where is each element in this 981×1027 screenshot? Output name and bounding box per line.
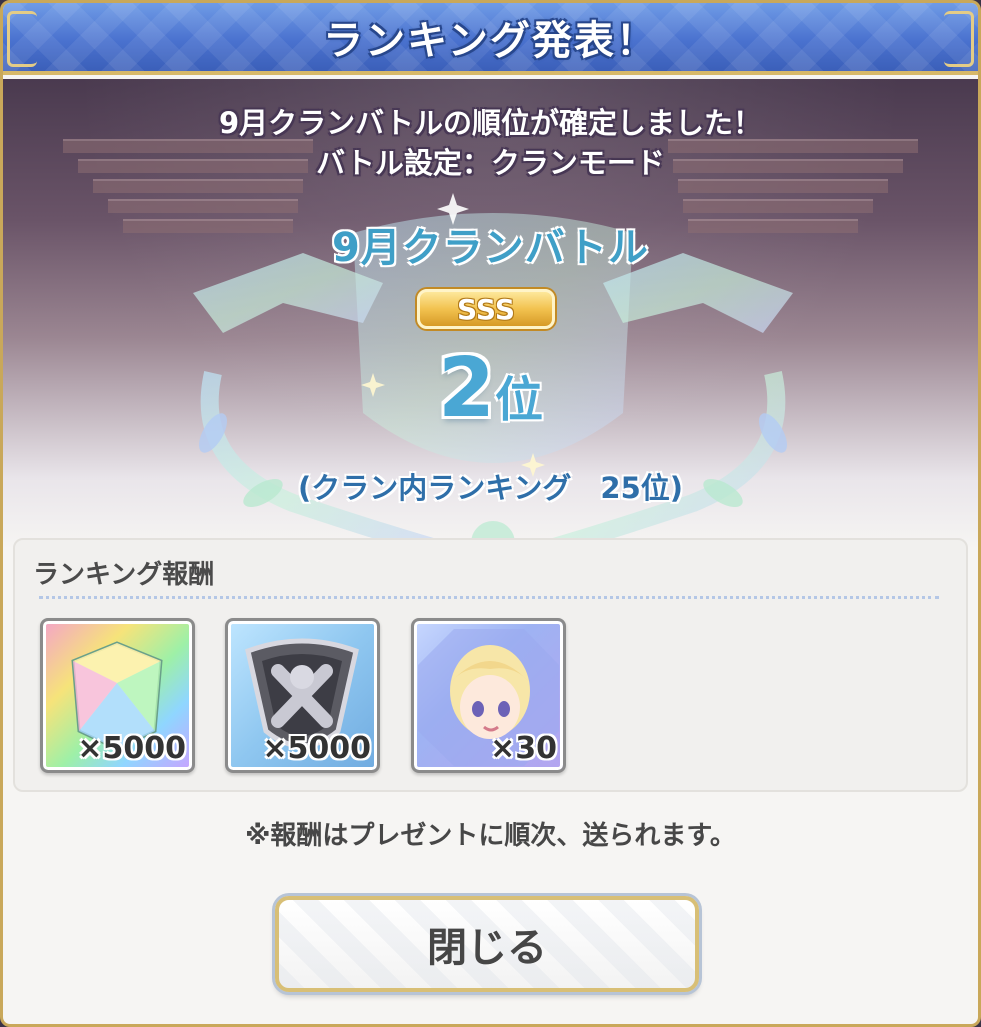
reward-quantity: ×5000 bbox=[262, 731, 371, 766]
reward-quantity: ×30 bbox=[490, 731, 557, 766]
reward-panel: ランキング報酬 ×5000 ×5000 ×30 bbox=[13, 538, 968, 792]
announcement-line-2: バトル設定：クランモード bbox=[316, 146, 665, 180]
reward-item-jewel[interactable]: ×5000 bbox=[40, 618, 195, 773]
corner-ornament-left bbox=[7, 11, 37, 67]
rank-number: 2 bbox=[437, 341, 496, 436]
clan-internal-ranking: (クラン内ランキング 25位) bbox=[298, 471, 683, 505]
dialog-title: ランキング発表！ bbox=[323, 18, 658, 64]
header-bar: ランキング発表！ bbox=[3, 3, 978, 75]
close-button[interactable]: 閉じる bbox=[275, 896, 699, 992]
corner-ornament-right bbox=[944, 11, 974, 67]
rank-suffix: 位 bbox=[495, 372, 544, 428]
reward-heading: ランキング報酬 bbox=[33, 560, 215, 590]
reward-item-clan-coin[interactable]: ×5000 bbox=[225, 618, 380, 773]
reward-item-memory-piece[interactable]: ×30 bbox=[411, 618, 566, 773]
rank-tier-badge: SSS bbox=[417, 289, 555, 329]
divider bbox=[39, 596, 939, 599]
battle-name: 9月クランバトル bbox=[331, 225, 650, 271]
final-rank: 2位 bbox=[3, 341, 978, 436]
ranking-dialog: ランキング発表！ 9月クランバトルの順位が確定しました！ バトル設定：クランモー… bbox=[0, 0, 981, 1027]
announcement-line-1: 9月クランバトルの順位が確定しました！ bbox=[218, 106, 763, 140]
reward-delivery-note: ※報酬はプレゼントに順次、送られます。 bbox=[245, 821, 736, 851]
reward-quantity: ×5000 bbox=[77, 731, 186, 766]
announcement-text: 9月クランバトルの順位が確定しました！ バトル設定：クランモード bbox=[3, 103, 978, 183]
